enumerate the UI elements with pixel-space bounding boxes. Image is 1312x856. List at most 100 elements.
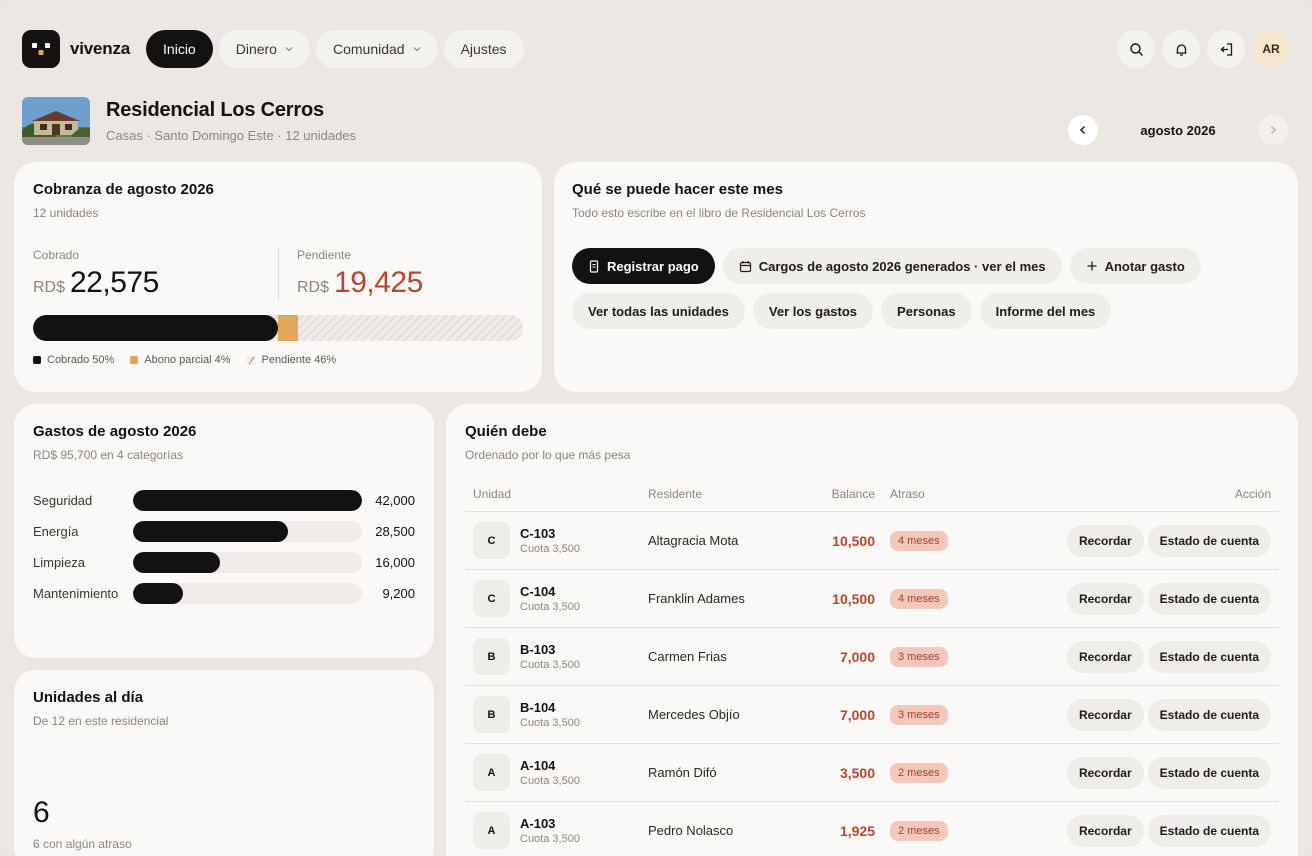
- collected-label: Cobrado: [33, 248, 80, 262]
- table-row[interactable]: C C-103 Cuota 3,500 Altagracia Mota 10,500 4 …: [465, 511, 1279, 569]
- column-header-unit[interactable]: Unidad: [473, 487, 648, 511]
- button-label: Anotar gasto: [1104, 258, 1185, 274]
- card-subtitle: 12 unidades: [33, 206, 99, 220]
- remind-button[interactable]: Recordar: [1066, 756, 1144, 789]
- balance-value: 7,000: [839, 706, 875, 723]
- up-to-date-count: 6: [33, 796, 50, 829]
- avatar[interactable]: AR: [1252, 30, 1290, 68]
- nav-comunidad[interactable]: Comunidad: [315, 30, 438, 68]
- pending-value: 19,425: [334, 266, 423, 299]
- statement-button[interactable]: Estado de cuenta: [1147, 524, 1271, 557]
- register-payment-button[interactable]: Registrar pago: [572, 248, 715, 284]
- currency-label: RD$: [33, 279, 66, 296]
- card-subtitle: Ordenado por lo que más pesa: [465, 448, 631, 462]
- property-photo: [22, 97, 90, 145]
- notifications-button[interactable]: [1162, 30, 1200, 68]
- remind-button[interactable]: Recordar: [1066, 524, 1144, 557]
- view-expenses-button[interactable]: Ver los gastos: [752, 293, 874, 329]
- property-subtitle: Casas · Santo Domingo Este · 12 unidades: [106, 128, 357, 143]
- expense-bar-track: [132, 490, 363, 511]
- add-expense-button[interactable]: Anotar gasto: [1069, 248, 1201, 284]
- late-cell: 3 meses: [875, 646, 975, 667]
- late-badge: 2 meses: [890, 820, 948, 841]
- prev-month-button[interactable]: [1068, 115, 1098, 145]
- chevron-right-icon: [1271, 126, 1276, 134]
- monthly-report-button[interactable]: Informe del mes: [979, 293, 1112, 329]
- next-month-button[interactable]: [1258, 115, 1288, 145]
- statement-button[interactable]: Estado de cuenta: [1147, 582, 1271, 615]
- late-badge: 4 meses: [890, 530, 948, 551]
- plus-icon: [1087, 261, 1097, 271]
- unit-code: A-104: [520, 758, 556, 773]
- logout-button[interactable]: [1207, 30, 1245, 68]
- legend-label: Pendiente 46%: [261, 354, 337, 366]
- legend-pending: Pendiente 46%: [246, 354, 337, 366]
- unit-block-badge: B: [473, 638, 510, 675]
- logo-icon[interactable]: [22, 30, 60, 68]
- unit-info: A-103 Cuota 3,500: [520, 816, 580, 845]
- resident-name: Pedro Nolasco: [648, 823, 734, 838]
- debtors-card: Quién debe Ordenado por lo que más pesa …: [446, 404, 1298, 856]
- pending-metric: Pendiente RD$ 19,425: [278, 248, 523, 300]
- statement-button[interactable]: Estado de cuenta: [1147, 814, 1271, 847]
- late-cell: 4 meses: [875, 588, 975, 609]
- expense-value: 28,500: [375, 524, 415, 539]
- expense-value: 42,000: [375, 493, 415, 508]
- table-row[interactable]: B B-104 Cuota 3,500 Mercedes Objío 7,000 3 me…: [465, 685, 1279, 743]
- unit-fee: Cuota 3,500: [520, 775, 580, 787]
- table-row[interactable]: A A-103 Cuota 3,500 Pedro Nolasco 1,925 2 mes…: [465, 801, 1279, 856]
- table-row[interactable]: A A-104 Cuota 3,500 Ramón Difó 3,500 2 meses R…: [465, 743, 1279, 801]
- expense-label: Energía: [33, 524, 79, 539]
- statement-button[interactable]: Estado de cuenta: [1147, 640, 1271, 673]
- balance-value: 3,500: [839, 764, 875, 781]
- late-badge: 3 meses: [890, 646, 948, 667]
- expense-row: Mantenimiento 9,200: [33, 578, 415, 609]
- expense-bar-track: [132, 521, 363, 542]
- pending-label: Pendiente: [297, 248, 352, 262]
- card-title: Unidades al día: [33, 689, 144, 706]
- column-header-balance[interactable]: Balance: [808, 487, 875, 511]
- remind-button[interactable]: Recordar: [1066, 640, 1144, 673]
- unit-cell: A A-104 Cuota 3,500: [473, 754, 648, 791]
- view-charges-button[interactable]: Cargos de agosto 2026 generados · ver el…: [722, 248, 1062, 284]
- resident-name: Mercedes Objío: [648, 707, 740, 722]
- expenses-card: Gastos de agosto 2026 RD$ 95,700 en 4 ca…: [14, 404, 434, 658]
- month-navigator: agosto 2026: [1068, 115, 1288, 145]
- late-badge: 4 meses: [890, 588, 948, 609]
- late-badge: 2 meses: [890, 762, 948, 783]
- calendar-icon: [739, 260, 751, 272]
- card-title: Cobranza de agosto 2026: [33, 181, 214, 198]
- remind-button[interactable]: Recordar: [1066, 582, 1144, 615]
- table-row[interactable]: C C-104 Cuota 3,500 Franklin Adames 10,500 4 …: [465, 569, 1279, 627]
- table-row[interactable]: B B-103 Cuota 3,500 Carmen Frias 7,000 3 mese…: [465, 627, 1279, 685]
- unit-cell: A A-103 Cuota 3,500: [473, 812, 648, 849]
- property-text: Residencial Los Cerros Casas · Santo Dom…: [106, 99, 356, 143]
- column-header-late[interactable]: Atraso: [875, 487, 975, 511]
- view-units-button[interactable]: Ver todas las unidades: [572, 293, 745, 329]
- statement-button[interactable]: Estado de cuenta: [1147, 756, 1271, 789]
- remind-button[interactable]: Recordar: [1066, 814, 1144, 847]
- button-label: Informe del mes: [995, 303, 1096, 319]
- unit-code: B-104: [520, 700, 556, 715]
- statement-button[interactable]: Estado de cuenta: [1147, 698, 1271, 731]
- action-cell: Recordar Estado de cuenta: [975, 814, 1271, 847]
- late-cell: 2 meses: [875, 820, 975, 841]
- remind-button[interactable]: Recordar: [1066, 698, 1144, 731]
- nav-ajustes[interactable]: Ajustes: [443, 30, 524, 68]
- unit-code: B-103: [520, 642, 556, 657]
- search-button[interactable]: [1117, 30, 1155, 68]
- resident-name: Franklin Adames: [648, 591, 745, 606]
- receipt-icon: [589, 259, 599, 273]
- balance-value: 7,000: [839, 648, 875, 665]
- nav-dinero[interactable]: Dinero: [218, 30, 310, 68]
- column-header-resident[interactable]: Residente: [648, 487, 808, 511]
- action-cell: Recordar Estado de cuenta: [975, 698, 1271, 731]
- expense-bar: [132, 552, 221, 573]
- nav-inicio[interactable]: Inicio: [146, 30, 213, 68]
- collected-metric: Cobrado RD$ 22,575: [33, 248, 278, 300]
- people-button[interactable]: Personas: [881, 293, 972, 329]
- page-title: Residencial Los Cerros: [106, 99, 324, 121]
- action-cell: Recordar Estado de cuenta: [975, 524, 1271, 557]
- unit-cell: C C-103 Cuota 3,500: [473, 522, 648, 559]
- debtors-table-body: C C-103 Cuota 3,500 Altagracia Mota 10,500 4 …: [465, 511, 1279, 856]
